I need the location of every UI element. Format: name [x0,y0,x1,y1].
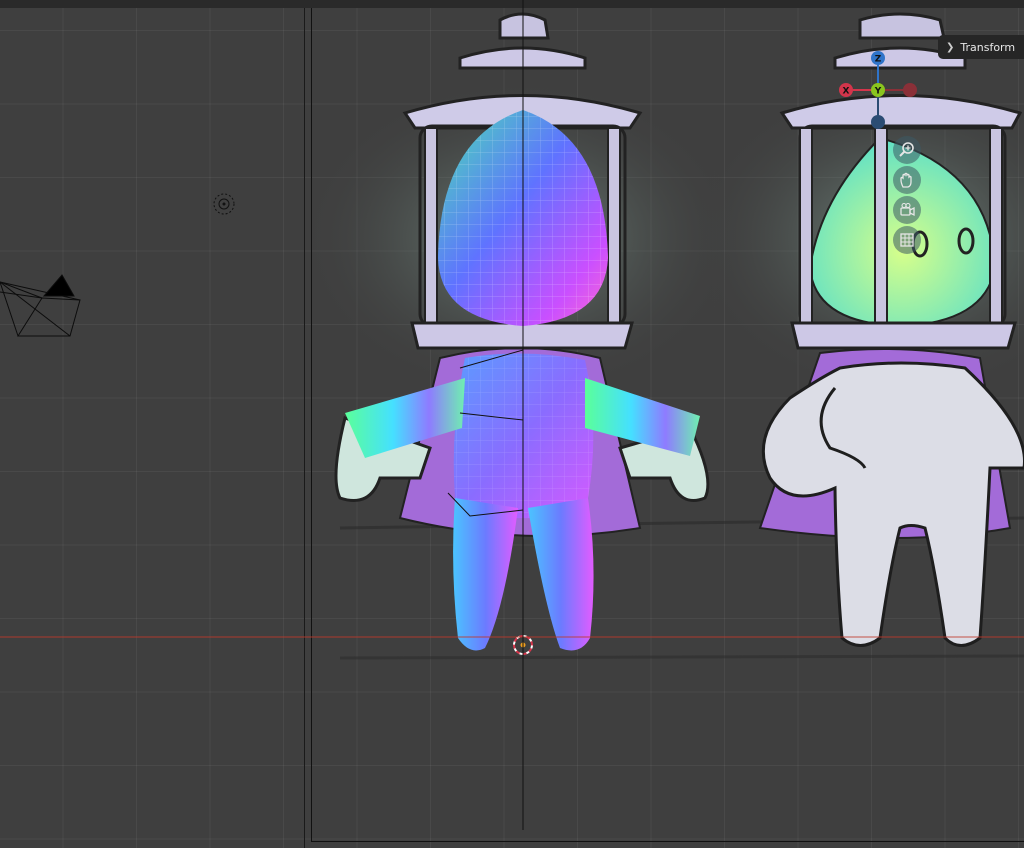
gizmo-x-label: X [843,87,850,97]
transform-panel-toggle[interactable]: ❯ Transform [938,35,1024,59]
3d-viewport[interactable]: Z X Y ❯ Transform [0,0,1024,848]
camera-view-button[interactable] [893,196,921,224]
gizmo-neg-x[interactable] [903,83,917,97]
gizmo-z-axis[interactable]: Z [871,51,885,65]
pan-button[interactable] [893,166,921,194]
pan-hand-icon [900,172,912,188]
ortho-grid-icon [900,233,914,247]
zoom-icon [899,142,914,157]
gizmo-y-label: Y [874,87,882,97]
gizmo-z-label: Z [875,55,882,65]
gizmo-neg-z[interactable] [871,115,885,129]
camera-view-icon [900,202,915,217]
navigation-gizmo[interactable]: Z X Y [830,44,930,134]
gizmo-y-axis[interactable]: Y [871,83,885,97]
ortho-toggle-button[interactable] [893,226,921,254]
zoom-button[interactable] [893,136,921,164]
top-header-bar [0,0,1024,8]
chevron-right-icon: ❯ [946,41,955,53]
camera-object[interactable] [0,274,81,337]
light-object[interactable] [213,193,235,215]
transform-label: Transform [960,40,1016,54]
gizmo-x-axis[interactable]: X [839,83,853,97]
